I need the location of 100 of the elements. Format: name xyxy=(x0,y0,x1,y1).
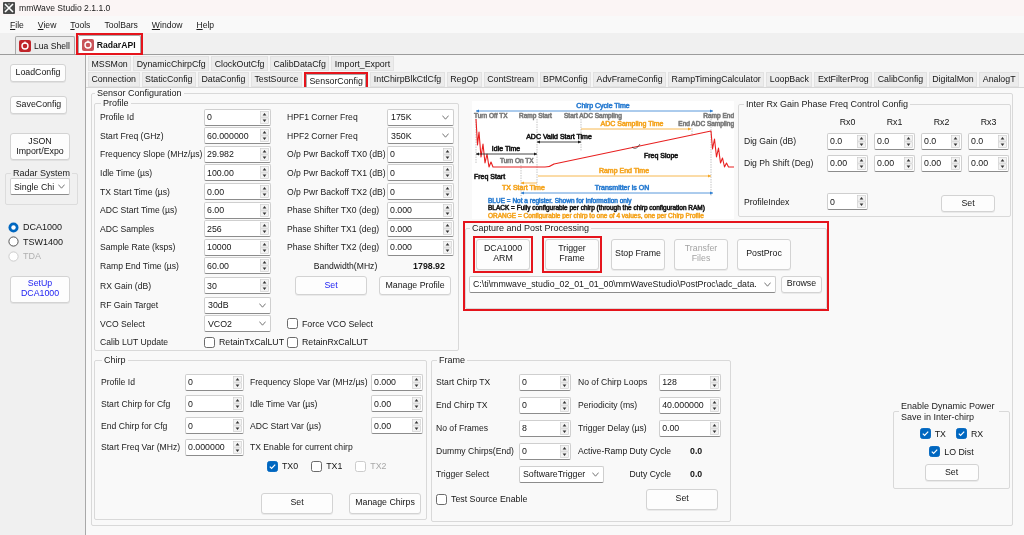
page-tab[interactable]: MSSMon xyxy=(88,56,132,72)
spin-field[interactable]: 0.00 xyxy=(827,154,868,172)
spin-field[interactable]: 30 xyxy=(204,277,271,295)
spin-arrows-icon[interactable] xyxy=(260,147,269,161)
document-tab[interactable]: RadarAPI xyxy=(77,35,141,53)
menu-item[interactable]: View xyxy=(30,18,64,31)
action-button[interactable]: Set xyxy=(924,464,979,482)
spin-field[interactable]: 0 xyxy=(519,396,571,414)
checkbox[interactable] xyxy=(919,428,931,440)
page-tab[interactable]: TestSource xyxy=(250,71,302,87)
spin-arrows-icon[interactable] xyxy=(260,110,269,124)
page-tab[interactable]: CalibDataCfg xyxy=(270,56,330,72)
action-button[interactable]: PostProc xyxy=(737,238,791,270)
spin-arrows-icon[interactable] xyxy=(904,156,913,170)
page-tab[interactable]: BPMConfig xyxy=(539,71,592,87)
spin-arrows-icon[interactable] xyxy=(260,222,269,236)
dropdown-field[interactable]: C:\ti\mmwave_studio_02_01_01_00\mmWaveStudio\PostProc\adc_data. xyxy=(469,275,776,293)
spin-field[interactable]: 60.000000 xyxy=(204,127,271,145)
action-button[interactable]: Set xyxy=(646,488,719,510)
spin-arrows-icon[interactable] xyxy=(560,398,569,412)
menu-item[interactable]: Window xyxy=(144,18,190,31)
action-button[interactable]: Set xyxy=(261,492,333,514)
page-tab[interactable]: DataConfig xyxy=(197,71,249,87)
page-tab[interactable]: AdvFrameConfig xyxy=(593,71,667,87)
spin-arrows-icon[interactable] xyxy=(560,444,569,458)
page-tab[interactable]: RampTimingCalculator xyxy=(668,71,765,87)
spin-arrows-icon[interactable] xyxy=(951,134,960,148)
dropdown-field[interactable]: 30dB xyxy=(204,296,271,314)
page-tab[interactable]: LoopBack xyxy=(766,71,813,87)
spin-field[interactable]: 0.00 xyxy=(371,395,423,413)
page-tab[interactable]: AnalogT xyxy=(979,71,1020,87)
spin-field[interactable]: 40.000000 xyxy=(659,396,722,414)
spin-field[interactable]: 0 xyxy=(827,193,868,211)
spin-arrows-icon[interactable] xyxy=(443,222,452,236)
radio-button[interactable] xyxy=(8,221,19,233)
spin-field[interactable]: 0 xyxy=(519,442,571,460)
spin-arrows-icon[interactable] xyxy=(857,156,866,170)
spin-arrows-icon[interactable] xyxy=(443,240,452,254)
setup-button[interactable]: SetUp DCA1000 xyxy=(10,275,70,303)
page-tab[interactable]: ExtFilterProg xyxy=(814,71,873,87)
action-button[interactable]: Manage Chirps xyxy=(349,492,421,514)
spin-arrows-icon[interactable] xyxy=(998,134,1007,148)
spin-field[interactable]: 0.000000 xyxy=(185,438,244,456)
spin-arrows-icon[interactable] xyxy=(233,375,242,389)
spin-arrows-icon[interactable] xyxy=(412,397,421,411)
dropdown-field[interactable]: SoftwareTrigger xyxy=(519,465,604,483)
page-tab[interactable]: Connection xyxy=(88,71,140,87)
spin-arrows-icon[interactable] xyxy=(412,419,421,433)
spin-field[interactable]: 0.000 xyxy=(387,220,454,238)
spin-field[interactable]: 0.000 xyxy=(371,373,423,391)
action-button[interactable]: Set xyxy=(295,276,367,296)
spin-arrows-icon[interactable] xyxy=(710,421,720,435)
document-tab[interactable]: Lua Shell xyxy=(15,36,75,54)
spin-arrows-icon[interactable] xyxy=(998,156,1007,170)
action-button[interactable]: Trigger Frame xyxy=(545,238,599,270)
action-button[interactable]: Stop Frame xyxy=(611,238,665,270)
spin-field[interactable]: 0 xyxy=(185,417,244,435)
spin-arrows-icon[interactable] xyxy=(412,375,421,389)
spin-field[interactable]: 6.00 xyxy=(204,201,271,219)
load-config-button[interactable]: LoadConfig xyxy=(10,64,66,82)
page-tab[interactable]: CalibConfig xyxy=(874,71,927,87)
spin-arrows-icon[interactable] xyxy=(260,129,269,143)
spin-arrows-icon[interactable] xyxy=(560,421,569,435)
spin-field[interactable]: 0.0 xyxy=(874,132,915,150)
spin-field[interactable]: 10000 xyxy=(204,238,271,256)
spin-field[interactable]: 0.0 xyxy=(968,132,1009,150)
page-tab[interactable]: ContStream xyxy=(483,71,538,87)
spin-field[interactable]: 0.000 xyxy=(387,238,454,256)
spin-field[interactable]: 0.00 xyxy=(659,419,722,437)
page-tab[interactable]: IntChirpBlkCtlCfg xyxy=(370,71,445,87)
checkbox[interactable] xyxy=(436,493,447,505)
radio-button[interactable] xyxy=(8,236,19,248)
spin-field[interactable]: 0 xyxy=(204,108,271,126)
spin-field[interactable]: 0 xyxy=(185,373,244,391)
spin-field[interactable]: 0.000 xyxy=(387,201,454,219)
spin-field[interactable]: 0 xyxy=(387,145,454,163)
spin-arrows-icon[interactable] xyxy=(260,185,269,199)
page-tab[interactable]: Import_Export xyxy=(331,56,394,72)
spin-field[interactable]: 0.00 xyxy=(968,154,1009,172)
spin-arrows-icon[interactable] xyxy=(951,156,960,170)
action-button[interactable]: DCA1000 ARM xyxy=(476,238,530,270)
dropdown-field[interactable]: VCO2 xyxy=(204,315,271,333)
spin-arrows-icon[interactable] xyxy=(233,440,242,454)
checkbox[interactable] xyxy=(287,318,298,330)
spin-field[interactable]: 0 xyxy=(185,395,244,413)
menu-item[interactable]: Help xyxy=(189,18,222,31)
menu-item[interactable]: ToolBars xyxy=(97,18,145,31)
spin-field[interactable]: 0.0 xyxy=(827,132,868,150)
spin-arrows-icon[interactable] xyxy=(260,259,269,273)
spin-field[interactable]: 0.00 xyxy=(921,154,962,172)
spin-arrows-icon[interactable] xyxy=(443,147,452,161)
page-tab[interactable]: RegOp xyxy=(446,71,482,87)
checkbox[interactable] xyxy=(267,460,278,472)
dropdown-field[interactable]: 175K xyxy=(387,108,454,126)
spin-arrows-icon[interactable] xyxy=(710,398,720,412)
page-tab[interactable]: ClockOutCfg xyxy=(211,56,268,72)
page-tab[interactable]: StaticConfig xyxy=(141,71,196,87)
spin-arrows-icon[interactable] xyxy=(904,134,913,148)
spin-arrows-icon[interactable] xyxy=(560,375,569,389)
dropdown-field[interactable]: 350K xyxy=(387,127,454,145)
